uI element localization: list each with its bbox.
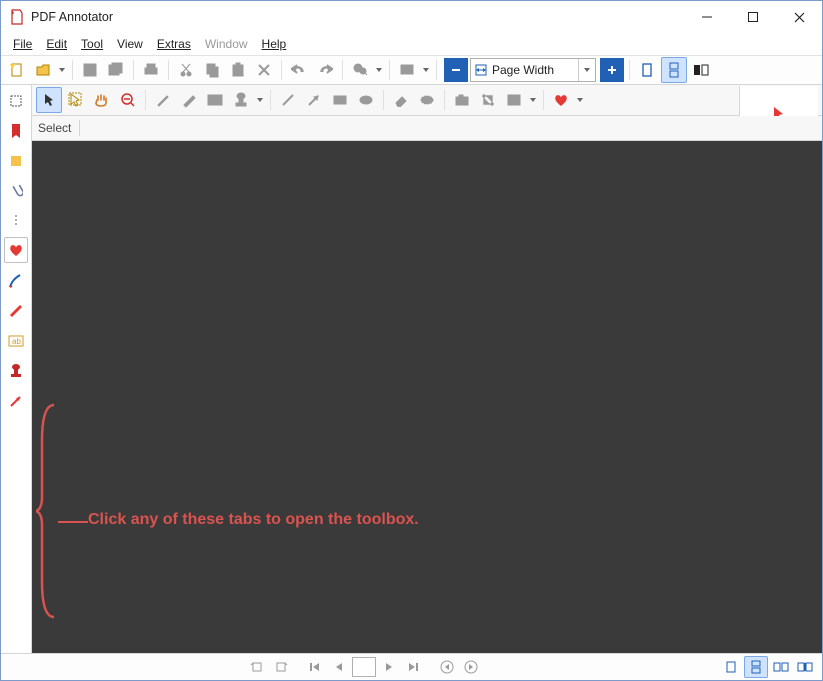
menu-view[interactable]: View [111,35,149,53]
image-tool[interactable] [502,88,526,112]
eraser-tool[interactable] [389,88,413,112]
find-dropdown[interactable] [374,58,384,82]
next-page-button[interactable] [378,657,400,677]
erase-area-tool[interactable] [415,88,439,112]
find-button[interactable] [348,58,372,82]
sidebar-attachments-tab[interactable] [5,179,27,203]
status-bar [1,653,822,680]
fullscreen-dropdown[interactable] [421,58,431,82]
delete-button[interactable] [252,58,276,82]
app-icon [9,9,25,25]
stamp-tool[interactable] [229,88,253,112]
app-window: PDF Annotator File Edit Tool View Extras… [0,0,823,681]
lasso-select-tool[interactable] [64,88,88,112]
open-button[interactable] [31,58,55,82]
maximize-button[interactable] [730,1,776,33]
save-all-button[interactable] [104,58,128,82]
menu-tool[interactable]: Tool [75,35,109,53]
toolbox-pen-tab[interactable] [5,269,27,293]
toolbox-stamp-tab[interactable] [5,359,27,383]
main-area: ab ab [1,85,822,653]
sidebar-divider [5,215,27,225]
first-page-button[interactable] [304,657,326,677]
last-page-button[interactable] [402,657,424,677]
title-bar: PDF Annotator [1,1,822,33]
open-dropdown[interactable] [57,58,67,82]
arrow-tool[interactable] [302,88,326,112]
center-column: ab [32,85,822,653]
fit-width-icon [471,63,488,77]
document-canvas[interactable]: Click any of these tabs to open the tool… [32,141,822,653]
ellipse-tool[interactable] [354,88,378,112]
zoom-out-button[interactable] [444,58,468,82]
menu-extras[interactable]: Extras [151,35,197,53]
prev-page-button[interactable] [328,657,350,677]
svg-text:ab: ab [12,337,21,346]
copy-button[interactable] [200,58,224,82]
save-button[interactable] [78,58,102,82]
svg-text:ab: ab [210,96,219,105]
app-title: PDF Annotator [31,10,113,24]
menu-file[interactable]: File [7,35,38,53]
page-navigation [7,657,720,677]
layout-single-button[interactable] [720,657,742,677]
favorites-dropdown[interactable] [575,88,585,112]
layout-book-button[interactable] [794,657,816,677]
current-tool-label: Select [38,121,71,135]
image-dropdown[interactable] [528,88,538,112]
cut-button[interactable] [174,58,198,82]
tool-status-bar: Select [32,116,822,141]
stamp-dropdown[interactable] [255,88,265,112]
rotate-right-button[interactable] [270,657,292,677]
line-tool[interactable] [276,88,300,112]
zoom-out-tool[interactable] [116,88,140,112]
rectangle-tool[interactable] [328,88,352,112]
nav-forward-button[interactable] [460,657,482,677]
hint-bracket-icon [36,401,58,621]
paste-button[interactable] [226,58,250,82]
toolbox-favorites-tab[interactable] [4,237,28,263]
pen-tool[interactable] [151,88,175,112]
menu-help[interactable]: Help [256,35,293,53]
pointer-tool[interactable] [36,87,62,113]
zoom-value: Page Width [488,63,578,77]
menu-window: Window [199,35,254,53]
hint-text: Click any of these tabs to open the tool… [88,511,419,529]
layout-continuous-button[interactable] [744,656,768,678]
tool-ribbon: ab [32,85,822,116]
hint-connector [58,521,88,523]
left-sidebar: ab [1,85,32,653]
layout-buttons [720,656,816,678]
sidebar-bookmark-tab[interactable] [5,119,27,143]
favorites-tool[interactable] [549,88,573,112]
undo-button[interactable] [287,58,311,82]
menu-edit[interactable]: Edit [40,35,73,53]
snapshot-tool[interactable] [450,88,474,112]
toolbox-text-tab[interactable]: ab [5,329,27,353]
minimize-button[interactable] [684,1,730,33]
highlighter-tool[interactable] [177,88,201,112]
pan-tool[interactable] [90,88,114,112]
toolbox-arrow-tab[interactable] [5,389,27,413]
nav-back-button[interactable] [436,657,458,677]
redo-button[interactable] [313,58,337,82]
layout-twopage-button[interactable] [770,657,792,677]
print-button[interactable] [139,58,163,82]
rotate-left-button[interactable] [246,657,268,677]
sidebar-select-tab[interactable] [5,89,27,113]
close-button[interactable] [776,1,822,33]
sidebar-notes-tab[interactable] [5,149,27,173]
page-number-input[interactable] [352,657,376,677]
menu-bar: File Edit Tool View Extras Window Help [1,33,822,55]
fullscreen-button[interactable] [395,58,419,82]
text-tool[interactable]: ab [203,88,227,112]
zoom-combo[interactable]: Page Width [470,58,596,82]
new-document-button[interactable] [5,58,29,82]
crop-tool[interactable] [476,88,500,112]
toolbox-marker-tab[interactable] [5,299,27,323]
